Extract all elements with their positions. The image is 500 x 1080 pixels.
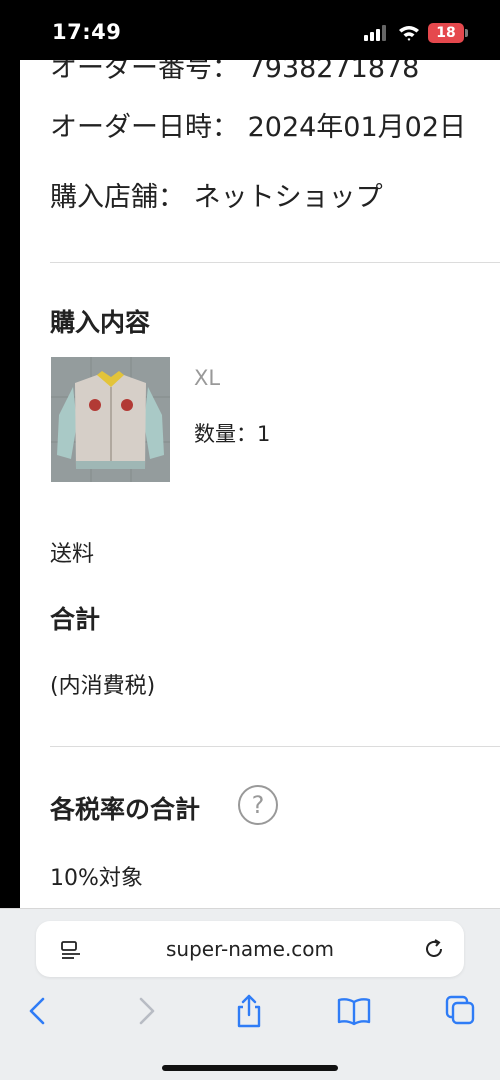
signal-icon: [364, 25, 390, 41]
order-number: オーダー番号： 7938271878: [50, 60, 420, 84]
chevron-right-icon[interactable]: [126, 993, 166, 1029]
purchase-store: 購入店舗： ネットショップ: [50, 182, 383, 213]
product-image[interactable]: [51, 357, 170, 482]
order-datetime: オーダー日時： 2024年01月02日: [50, 112, 467, 143]
product-quantity: 数量：1: [194, 422, 271, 446]
status-time: 17:49: [52, 20, 122, 44]
address-bar[interactable]: super-name.com: [36, 921, 464, 977]
jacket-photo: [51, 357, 170, 482]
battery-cap: [465, 29, 468, 37]
order-detail-page: オーダー番号： 7938271878 オーダー日時： 2024年01月02日 購…: [20, 60, 500, 908]
divider: [50, 262, 500, 263]
book-icon[interactable]: [334, 993, 374, 1029]
total-label: 合計: [50, 605, 101, 634]
battery-icon: 18: [428, 23, 464, 43]
divider: [50, 746, 500, 747]
tabs-icon[interactable]: [440, 993, 480, 1029]
purchase-contents-title: 購入内容: [50, 308, 151, 337]
url-text[interactable]: super-name.com: [36, 937, 464, 961]
product-size: XL: [194, 366, 221, 390]
reload-icon[interactable]: [422, 937, 446, 961]
help-icon[interactable]: ?: [238, 785, 278, 825]
tax-included-note: (内消費税): [50, 674, 156, 699]
share-icon[interactable]: [229, 993, 269, 1029]
shipping-label: 送料: [50, 542, 95, 567]
chevron-left-icon[interactable]: [18, 993, 58, 1029]
home-indicator[interactable]: [162, 1065, 338, 1071]
browser-toolbar: super-name.com: [0, 908, 500, 1080]
wifi-icon: [399, 26, 419, 41]
tax-rates-title: 各税率の合計: [50, 795, 201, 824]
tax-rate-10-label: 10%対象: [50, 866, 143, 891]
status-bar: 17:49 18: [0, 0, 500, 60]
